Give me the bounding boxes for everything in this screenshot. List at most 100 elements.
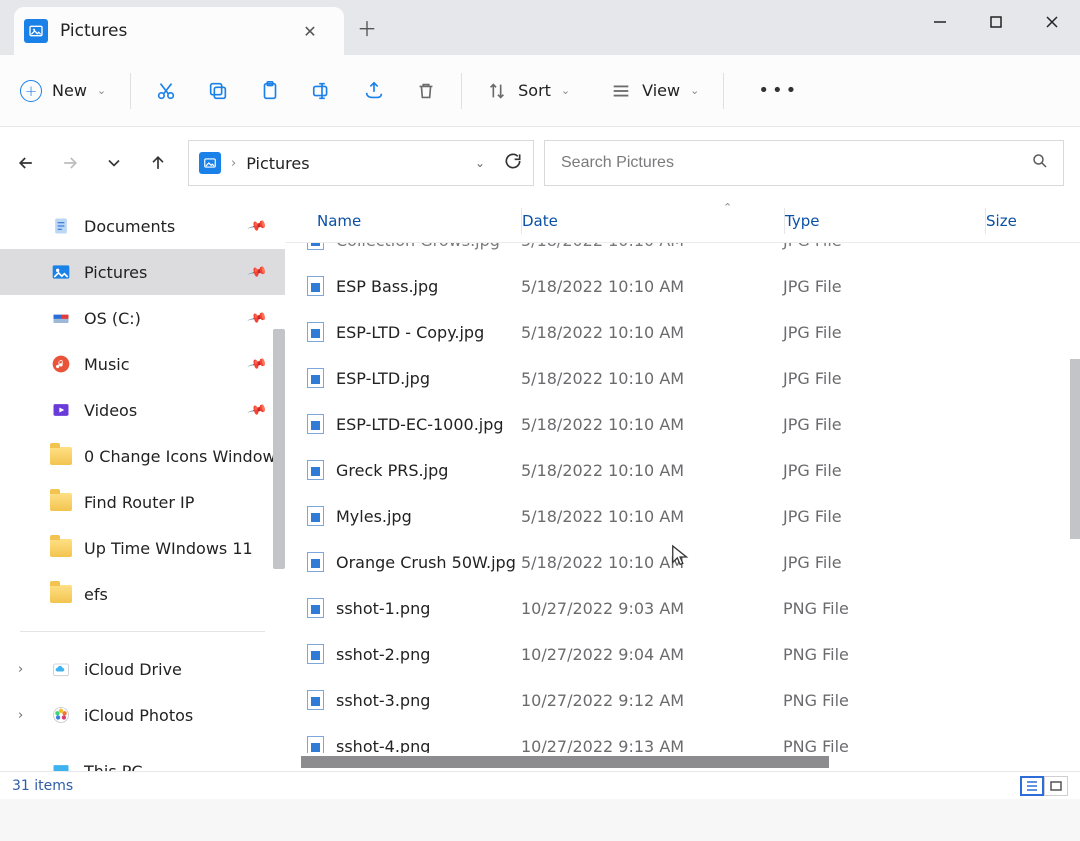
file-type: PNG File xyxy=(783,599,983,618)
column-size[interactable]: Size xyxy=(986,212,1080,230)
sidebar-scrollbar[interactable] xyxy=(273,329,285,569)
horizontal-scrollbar[interactable] xyxy=(285,753,1080,771)
search-input[interactable] xyxy=(559,153,1031,173)
table-row[interactable]: Orange Crush 50W.jpg5/18/2022 10:10 AMJP… xyxy=(285,539,1080,585)
music-icon xyxy=(50,353,72,375)
chevron-right-icon[interactable]: › xyxy=(18,662,23,677)
address-dropdown[interactable]: ⌄ xyxy=(475,156,485,170)
sidebar-item-label: Music xyxy=(84,355,130,374)
details-view-toggle[interactable] xyxy=(1020,776,1044,796)
folder-icon xyxy=(50,491,72,513)
new-tab-button[interactable]: ＋ xyxy=(344,13,390,42)
minimize-button[interactable] xyxy=(912,0,968,44)
chevron-down-icon[interactable]: ⌄ xyxy=(18,764,29,772)
list-icon xyxy=(610,80,632,102)
sidebar-item[interactable]: Find Router IP xyxy=(0,479,285,525)
rename-icon[interactable] xyxy=(311,80,333,102)
sidebar-item-thispc[interactable]: ⌄This PC xyxy=(0,748,285,771)
maximize-button[interactable] xyxy=(968,0,1024,44)
sidebar-item[interactable]: 0 Change Icons Windows xyxy=(0,433,285,479)
cut-icon[interactable] xyxy=(155,80,177,102)
more-button[interactable]: ••• xyxy=(748,80,809,101)
tab-title: Pictures xyxy=(60,21,280,41)
refresh-button[interactable] xyxy=(503,151,523,175)
chevron-right-icon[interactable]: › xyxy=(18,708,23,723)
table-row[interactable]: sshot-1.png10/27/2022 9:03 AMPNG File xyxy=(285,585,1080,631)
table-row[interactable]: Collection Grows.jpg5/18/2022 10:10 AMJP… xyxy=(285,243,1080,263)
share-icon[interactable] xyxy=(363,80,385,102)
table-row[interactable]: ESP-LTD - Copy.jpg5/18/2022 10:10 AMJPG … xyxy=(285,309,1080,355)
vertical-scrollbar[interactable] xyxy=(1070,359,1080,539)
separator xyxy=(461,73,462,109)
separator xyxy=(130,73,131,109)
file-icon xyxy=(307,552,324,572)
tab-pictures[interactable]: Pictures ✕ xyxy=(14,7,344,55)
sidebar-item[interactable]: ›iCloud Photos xyxy=(0,692,285,738)
file-date: 10/27/2022 9:12 AM xyxy=(521,691,783,710)
file-type: JPG File xyxy=(783,277,983,296)
search-box[interactable] xyxy=(544,140,1064,186)
folder-icon xyxy=(50,445,72,467)
file-icon xyxy=(307,243,324,250)
up-button[interactable] xyxy=(148,153,168,173)
recent-dropdown[interactable] xyxy=(104,153,124,173)
file-icon xyxy=(307,644,324,664)
table-row[interactable]: sshot-4.png10/27/2022 9:13 AMPNG File xyxy=(285,723,1080,753)
close-window-button[interactable] xyxy=(1024,0,1080,44)
file-icon xyxy=(307,414,324,434)
separator xyxy=(723,73,724,109)
column-name[interactable]: Name xyxy=(285,212,521,230)
copy-icon[interactable] xyxy=(207,80,229,102)
titlebar: Pictures ✕ ＋ xyxy=(0,0,1080,55)
column-headers: ⌃ Name Date Type Size xyxy=(285,199,1080,243)
table-row[interactable]: Greck PRS.jpg5/18/2022 10:10 AMJPG File xyxy=(285,447,1080,493)
sidebar-item[interactable]: Music📌 xyxy=(0,341,285,387)
forward-button[interactable] xyxy=(60,153,80,173)
file-type: JPG File xyxy=(783,323,983,342)
close-tab-button[interactable]: ✕ xyxy=(292,22,328,41)
address-bar[interactable]: › Pictures ⌄ xyxy=(188,140,534,186)
table-row[interactable]: ESP Bass.jpg5/18/2022 10:10 AMJPG File xyxy=(285,263,1080,309)
item-count: 31 items xyxy=(12,778,73,794)
sidebar-item[interactable]: › iCloud Drive xyxy=(0,646,285,692)
file-type: JPG File xyxy=(783,461,983,480)
sidebar-item[interactable]: OS (C:)📌 xyxy=(0,295,285,341)
column-date[interactable]: Date xyxy=(522,212,784,230)
breadcrumb-location[interactable]: Pictures xyxy=(246,154,465,173)
sidebar-item-label: iCloud Drive xyxy=(84,660,182,679)
table-row[interactable]: Myles.jpg5/18/2022 10:10 AMJPG File xyxy=(285,493,1080,539)
sort-button[interactable]: Sort ⌄ xyxy=(486,80,570,102)
new-button[interactable]: + New ⌄ xyxy=(20,80,106,102)
file-name: sshot-2.png xyxy=(336,645,430,664)
view-button[interactable]: View ⌄ xyxy=(610,80,699,102)
paste-icon[interactable] xyxy=(259,80,281,102)
file-type: JPG File xyxy=(783,553,983,572)
sidebar-item[interactable]: Documents📌 xyxy=(0,203,285,249)
pin-icon: 📌 xyxy=(246,307,268,328)
sidebar-item[interactable]: efs xyxy=(0,571,285,617)
separator xyxy=(20,631,265,632)
table-row[interactable]: ESP-LTD.jpg5/18/2022 10:10 AMJPG File xyxy=(285,355,1080,401)
sidebar-item[interactable]: Videos📌 xyxy=(0,387,285,433)
sidebar-item-label: Documents xyxy=(84,217,175,236)
file-date: 5/18/2022 10:10 AM xyxy=(521,507,783,526)
column-type[interactable]: Type xyxy=(785,212,985,230)
table-row[interactable]: sshot-2.png10/27/2022 9:04 AMPNG File xyxy=(285,631,1080,677)
sidebar-item[interactable]: Pictures📌 xyxy=(0,249,285,295)
file-date: 5/18/2022 10:10 AM xyxy=(521,323,783,342)
sidebar-item-label: Find Router IP xyxy=(84,493,194,512)
sidebar-item[interactable]: Up Time WIndows 11 xyxy=(0,525,285,571)
search-icon[interactable] xyxy=(1031,152,1049,174)
thumbnails-view-toggle[interactable] xyxy=(1044,776,1068,796)
table-row[interactable]: ESP-LTD-EC-1000.jpg5/18/2022 10:10 AMJPG… xyxy=(285,401,1080,447)
plus-icon: + xyxy=(20,80,42,102)
folder-icon xyxy=(50,583,72,605)
table-row[interactable]: sshot-3.png10/27/2022 9:12 AMPNG File xyxy=(285,677,1080,723)
back-button[interactable] xyxy=(16,153,36,173)
toolbar: + New ⌄ Sort ⌄ View ⌄ ••• xyxy=(0,55,1080,127)
sidebar-item-label: Pictures xyxy=(84,263,147,282)
new-label: New xyxy=(52,81,87,100)
file-type: PNG File xyxy=(783,691,983,710)
delete-icon[interactable] xyxy=(415,80,437,102)
file-date: 5/18/2022 10:10 AM xyxy=(521,415,783,434)
